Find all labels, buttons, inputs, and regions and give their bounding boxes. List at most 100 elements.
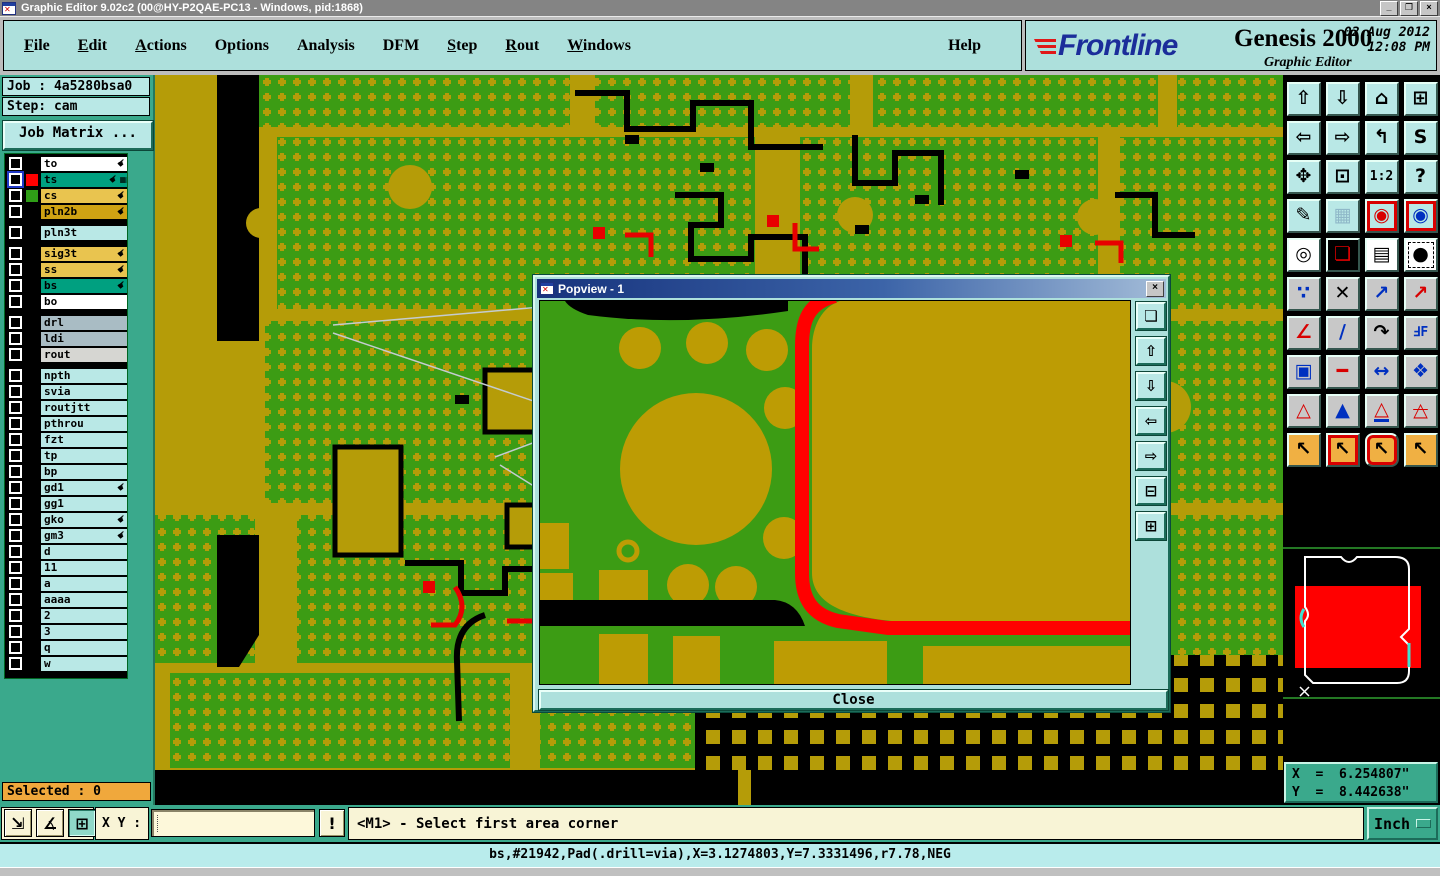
layer-name-label[interactable]: tp <box>41 448 127 463</box>
layers-copy-button[interactable]: ❏ <box>1325 237 1360 272</box>
layer-color-swatch[interactable] <box>26 610 38 622</box>
menu-rout[interactable]: Rout <box>491 37 553 55</box>
layer-visibility-checkbox[interactable] <box>9 247 22 260</box>
popview-zoom-out-button[interactable]: ⇩ <box>1136 372 1166 400</box>
layer-name-label[interactable]: svia <box>41 384 127 399</box>
layer-visibility-checkbox[interactable] <box>9 226 22 239</box>
popview-content[interactable] <box>539 289 1131 685</box>
layer-row-3[interactable]: 3 <box>5 624 127 639</box>
layer-visibility-checkbox[interactable] <box>9 263 22 276</box>
rotate-feature-button[interactable]: ↷ <box>1364 315 1399 350</box>
menu-options[interactable]: Options <box>201 37 283 55</box>
layer-visibility-checkbox[interactable] <box>9 577 22 590</box>
layer-name-label[interactable]: bp <box>41 464 127 479</box>
layer-visibility-checkbox[interactable] <box>9 465 22 478</box>
layer-visibility-checkbox[interactable] <box>9 529 22 542</box>
layer-visibility-checkbox[interactable] <box>9 332 22 345</box>
layer-visibility-checkbox[interactable] <box>9 625 22 638</box>
layer-row-bo[interactable]: bo <box>5 294 127 309</box>
view-zoom-in-button[interactable]: ⇧ <box>1286 81 1321 116</box>
layer-color-swatch[interactable] <box>26 157 38 170</box>
layer-row-tp[interactable]: tp <box>5 448 127 463</box>
layer-color-swatch[interactable] <box>26 578 38 590</box>
alert-button[interactable]: ! <box>319 809 345 837</box>
select-reference-button[interactable]: ● <box>1403 237 1438 272</box>
popview-pan-right-button[interactable]: ⇨ <box>1136 442 1166 470</box>
layer-color-swatch[interactable] <box>26 658 38 670</box>
join-shapes-button[interactable]: ❖ <box>1403 354 1438 389</box>
layer-color-swatch[interactable] <box>26 370 38 382</box>
layer-color-swatch[interactable] <box>26 280 38 292</box>
layer-row-bp[interactable]: bp <box>5 464 127 479</box>
move-feature-button[interactable]: ↗ <box>1403 276 1438 311</box>
layer-row-d[interactable]: d <box>5 544 127 559</box>
popview-window[interactable]: Popview - 1 × <box>533 275 1170 712</box>
layer-color-swatch[interactable] <box>26 498 38 510</box>
layer-visibility-checkbox[interactable] <box>9 205 22 218</box>
layer-name-label[interactable]: 3 <box>41 624 127 639</box>
layer-visibility-checkbox[interactable] <box>9 513 22 526</box>
view-windows-xy-button[interactable]: ⊞ <box>1403 81 1438 116</box>
layer-row-gg1[interactable]: gg1 <box>5 496 127 511</box>
layer-visibility-checkbox[interactable] <box>9 545 22 558</box>
layer-row-to[interactable]: to ☛ <box>5 156 129 171</box>
menu-file[interactable]: File <box>10 37 64 55</box>
layer-row-routjtt[interactable]: routjtt <box>5 400 127 415</box>
board-overview-minimap[interactable] <box>1283 543 1440 759</box>
layer-visibility-checkbox[interactable] <box>9 295 22 308</box>
stretch-line-button[interactable]: ━ <box>1325 354 1360 389</box>
layer-name-label[interactable]: ts ☛ ▦ <box>41 172 127 187</box>
units-dropdown[interactable]: Inch <box>1367 807 1438 840</box>
menu-help[interactable]: Help <box>934 37 995 55</box>
layer-visibility-checkbox[interactable] <box>9 157 22 170</box>
popview-expand-button[interactable]: ⊞ <box>1136 512 1166 540</box>
layer-visibility-checkbox[interactable] <box>9 609 22 622</box>
layer-visibility-checkbox[interactable] <box>9 593 22 606</box>
layer-visibility-checkbox[interactable] <box>9 189 22 202</box>
filter-mode-2-button[interactable]: ▲ <box>1325 393 1360 428</box>
measure-distance-tool-button[interactable]: ⇲ <box>4 809 32 837</box>
layer-color-swatch[interactable] <box>26 386 38 398</box>
view-previous-button[interactable]: ↰ <box>1364 120 1399 155</box>
layer-visibility-checkbox[interactable] <box>9 481 22 494</box>
layer-color-swatch[interactable] <box>26 205 38 218</box>
layer-row-fzt[interactable]: fzt <box>5 432 127 447</box>
popview-close-x-button[interactable]: × <box>1146 280 1164 297</box>
popview-shrink-button[interactable]: ⊟ <box>1136 477 1166 505</box>
layer-name-label[interactable]: ss ☛ <box>41 262 129 277</box>
layer-visibility-checkbox[interactable] <box>9 316 22 329</box>
layer-color-swatch[interactable] <box>26 402 38 414</box>
layer-name-label[interactable]: fzt <box>41 432 127 447</box>
layer-color-swatch[interactable] <box>26 333 38 345</box>
select-single-button[interactable]: ◎ <box>1286 237 1321 272</box>
popview-title-bar[interactable]: Popview - 1 × <box>537 279 1166 298</box>
select-mode-net-button[interactable]: ↖ <box>1403 432 1438 467</box>
menu-step[interactable]: Step <box>433 37 491 55</box>
layer-row-gm3[interactable]: gm3 ☛ <box>5 528 129 543</box>
measure-ruler-button[interactable]: ▤ <box>1364 237 1399 272</box>
layer-row-a[interactable]: a <box>5 576 127 591</box>
layer-row-drl[interactable]: drl <box>5 315 127 330</box>
select-mode-frame-button[interactable]: ↖ <box>1325 432 1360 467</box>
popview-new-window-button[interactable]: ❏ <box>1136 302 1166 330</box>
delete-feature-button[interactable]: ✕ <box>1325 276 1360 311</box>
layer-name-label[interactable]: gko ☛ <box>41 512 129 527</box>
view-zoom-1-2-button[interactable]: 1:2 <box>1364 159 1399 194</box>
layer-color-swatch[interactable] <box>26 642 38 654</box>
view-redraw-button[interactable]: S <box>1403 120 1438 155</box>
menu-windows[interactable]: Windows <box>553 37 645 55</box>
mirror-feature-button[interactable]: ℲF <box>1403 315 1438 350</box>
layer-row-aaaa[interactable]: aaaa <box>5 592 127 607</box>
measure-angle-tool-button[interactable]: ∡ <box>36 809 64 837</box>
layer-row-gko[interactable]: gko ☛ <box>5 512 129 527</box>
layer-row-ts[interactable]: ts ☛ ▦ <box>5 172 127 187</box>
layer-name-label[interactable]: q <box>41 640 127 655</box>
net-view-1-button[interactable]: ◉ <box>1364 198 1399 233</box>
layer-name-label[interactable]: aaaa <box>41 592 127 607</box>
layer-color-swatch[interactable] <box>26 264 38 276</box>
layer-name-label[interactable]: cs ☛ <box>41 188 129 203</box>
layer-color-swatch[interactable] <box>26 514 38 526</box>
layer-name-label[interactable]: pln2b ☛ <box>41 204 129 219</box>
layer-visibility-checkbox[interactable] <box>9 173 22 186</box>
layer-color-swatch[interactable] <box>26 173 38 186</box>
